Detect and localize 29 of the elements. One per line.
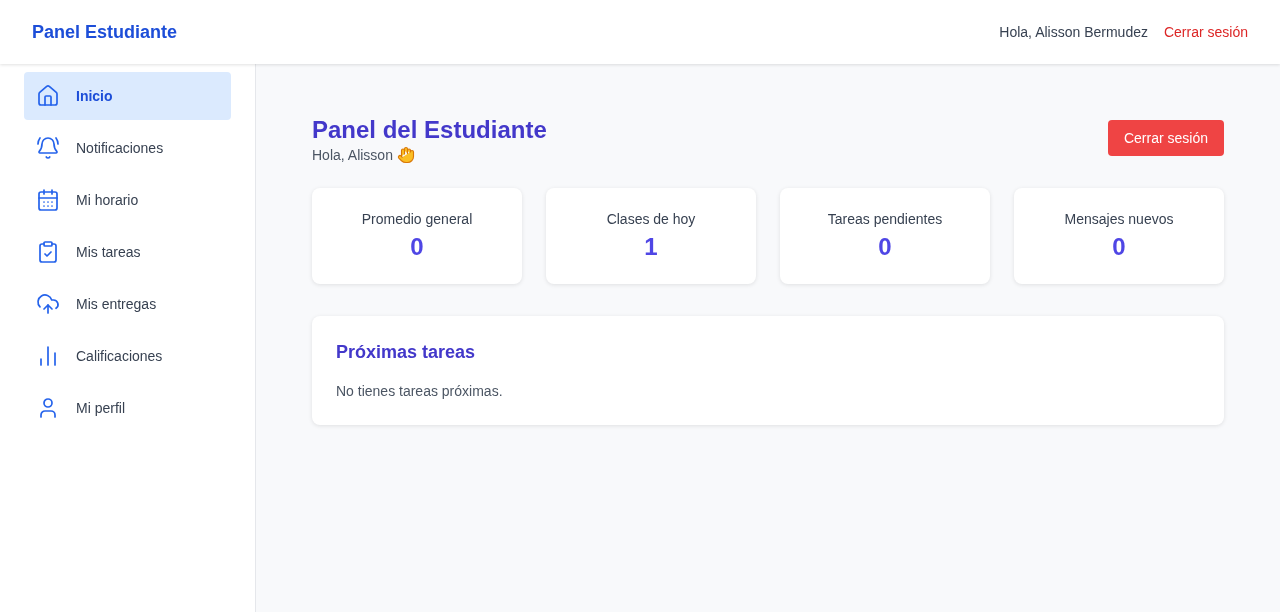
greeting-text: Hola, Alisson xyxy=(312,147,393,163)
clipboard-check-icon xyxy=(36,240,60,264)
section-title: Próximas tareas xyxy=(336,342,477,363)
page-title: Panel del Estudiante xyxy=(312,116,547,144)
sidebar-item[interactable]: Mis entregas xyxy=(24,280,231,328)
sidebar-item[interactable]: Notificaciones xyxy=(24,124,231,172)
logout-link[interactable]: Cerrar sesión xyxy=(1163,24,1248,40)
bell-icon xyxy=(36,136,60,160)
brand-title: Panel Estudiante xyxy=(32,21,178,43)
stat-label: Promedio general xyxy=(361,211,473,227)
stat-value: 0 xyxy=(1112,233,1126,261)
home-icon xyxy=(36,84,60,108)
stat-value: 1 xyxy=(644,233,658,261)
empty-message: No tienes tareas próximas. xyxy=(336,383,504,399)
stat-value: 0 xyxy=(878,233,892,261)
stat-label: Mensajes nuevos xyxy=(1064,211,1174,227)
waving-hand-icon xyxy=(396,146,415,164)
cloud-upload-icon xyxy=(36,292,60,316)
sidebar-item[interactable]: Mis tareas xyxy=(24,228,231,276)
user-greeting: Hola, Alisson Bermudez xyxy=(999,24,1148,40)
sidebar-item[interactable]: Mi perfil xyxy=(24,384,231,432)
stat-label: Tareas pendientes xyxy=(827,211,943,227)
logout-button[interactable]: Cerrar sesión xyxy=(1107,120,1224,156)
sidebar-item[interactable]: Inicio xyxy=(24,72,231,120)
calendar-icon xyxy=(36,188,60,212)
sidebar-item[interactable]: Mi horario xyxy=(24,176,231,224)
sidebar-item[interactable]: Calificaciones xyxy=(24,332,231,380)
stat-label: Clases de hoy xyxy=(606,211,696,227)
stat-value: 0 xyxy=(410,233,424,261)
